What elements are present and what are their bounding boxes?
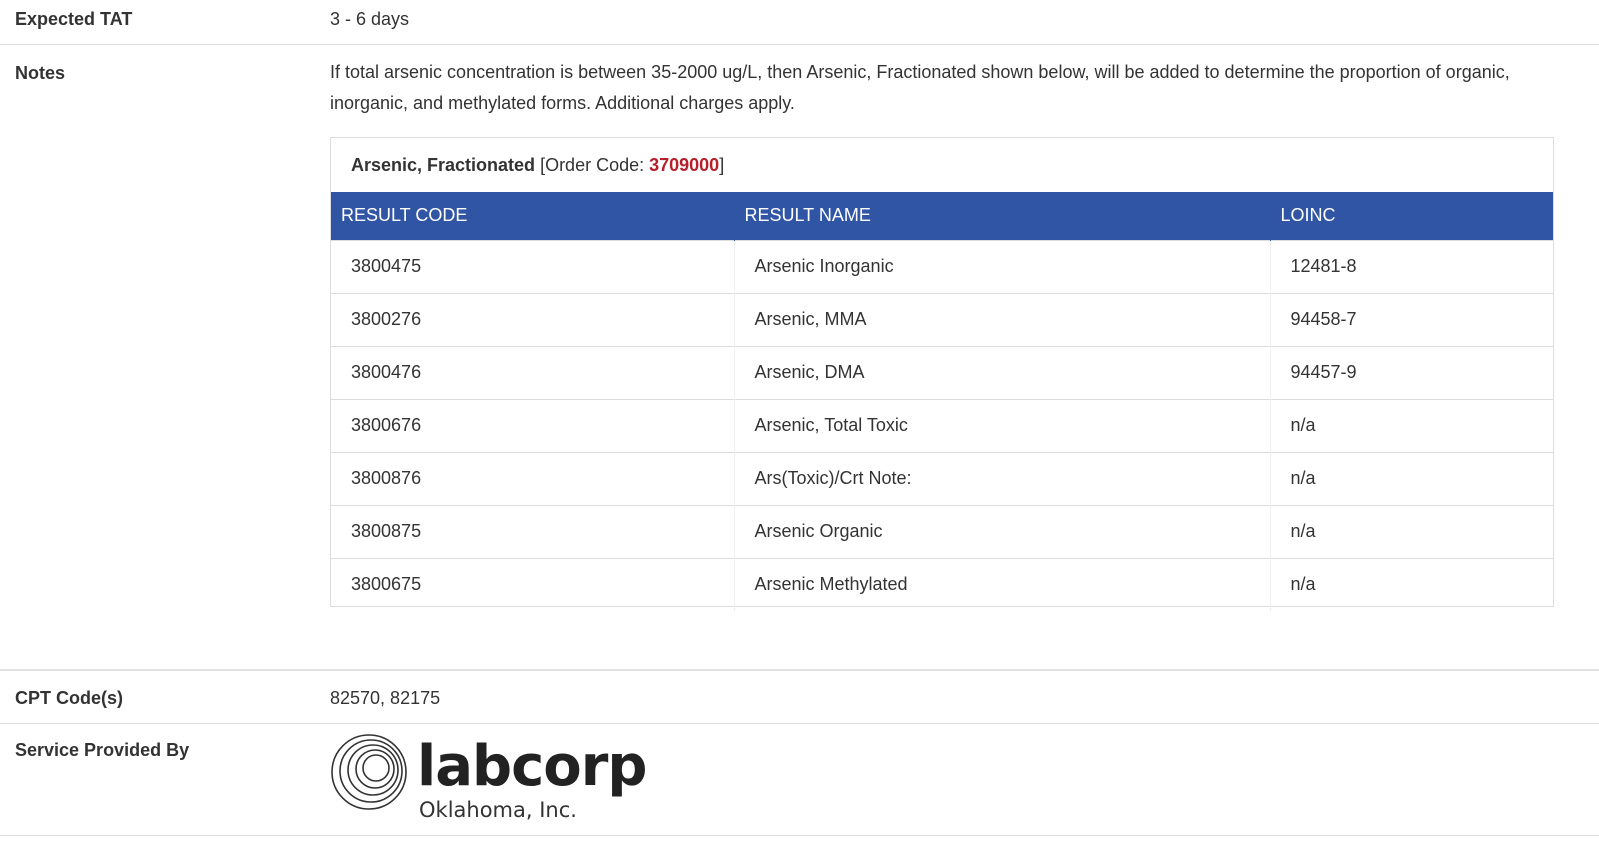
result-code-cell: 3800676 bbox=[331, 398, 734, 452]
result-name-cell: Arsenic Organic bbox=[733, 504, 1270, 558]
result-code-cell: 3800475 bbox=[331, 239, 734, 293]
expected-tat-row: Expected TAT 3 - 6 days bbox=[0, 0, 1599, 45]
table-header-row: RESULT CODE RESULT NAME LOINC bbox=[331, 192, 1553, 240]
result-code-cell: 3800876 bbox=[331, 451, 734, 505]
notes-row: Notes If total arsenic concentration is … bbox=[0, 45, 1599, 670]
fractionated-panel: Arsenic, Fractionated [Order Code: 37090… bbox=[330, 137, 1554, 611]
table-row: 3800276 Arsenic, MMA 94458-7 bbox=[331, 292, 1553, 346]
loinc-cell: n/a bbox=[1269, 504, 1553, 558]
notes-text: If total arsenic concentration is betwee… bbox=[330, 62, 1510, 113]
table-row: 3800675 Arsenic Methylated n/a bbox=[331, 557, 1553, 611]
panel-title: Arsenic, Fractionated [Order Code: 37090… bbox=[351, 155, 724, 176]
expected-tat-value: 3 - 6 days bbox=[330, 9, 410, 29]
cpt-codes-row: CPT Code(s) 82570, 82175 bbox=[0, 670, 1599, 724]
result-code-cell: 3800476 bbox=[331, 345, 734, 399]
cpt-codes-label: CPT Code(s) bbox=[15, 688, 123, 708]
result-name-cell: Arsenic Methylated bbox=[733, 557, 1270, 611]
order-code-prefix: [Order Code: bbox=[535, 155, 650, 175]
loinc-cell: 12481-8 bbox=[1269, 239, 1553, 293]
loinc-cell: 94457-9 bbox=[1269, 345, 1553, 399]
loinc-cell: n/a bbox=[1269, 398, 1553, 452]
loinc-cell: n/a bbox=[1269, 557, 1553, 611]
notes-label: Notes bbox=[15, 63, 66, 83]
panel-name: Arsenic, Fractionated bbox=[351, 155, 536, 175]
header-result-code: RESULT CODE bbox=[341, 205, 468, 226]
loinc-cell: 94458-7 bbox=[1269, 292, 1553, 346]
result-name-cell: Arsenic, Total Toxic bbox=[733, 398, 1270, 452]
concentric-rings-icon bbox=[331, 734, 407, 810]
header-result-name: RESULT NAME bbox=[733, 192, 1270, 240]
result-code-cell: 3800276 bbox=[331, 292, 734, 346]
result-name-cell: Arsenic Inorganic bbox=[733, 239, 1270, 293]
result-name-cell: Ars(Toxic)/Crt Note: bbox=[733, 451, 1270, 505]
labcorp-logo: labcorp Oklahoma, Inc. bbox=[329, 732, 647, 828]
table-row: 3800676 Arsenic, Total Toxic n/a bbox=[331, 398, 1553, 452]
result-name-cell: Arsenic, MMA bbox=[733, 292, 1270, 346]
result-name-cell: Arsenic, DMA bbox=[733, 345, 1270, 399]
order-code-suffix: ] bbox=[719, 155, 725, 175]
header-loinc: LOINC bbox=[1269, 192, 1553, 240]
result-code-cell: 3800875 bbox=[331, 504, 734, 558]
service-provided-label: Service Provided By bbox=[15, 740, 190, 760]
expected-tat-label: Expected TAT bbox=[15, 9, 133, 29]
cpt-codes-value: 82570, 82175 bbox=[330, 688, 441, 708]
logo-wordmark: labcorp bbox=[417, 734, 647, 799]
table-row: 3800476 Arsenic, DMA 94457-9 bbox=[331, 345, 1553, 399]
table-row: 3800875 Arsenic Organic n/a bbox=[331, 504, 1553, 558]
result-code-cell: 3800675 bbox=[331, 557, 734, 611]
loinc-cell: n/a bbox=[1269, 451, 1553, 505]
logo-subtitle: Oklahoma, Inc. bbox=[419, 798, 577, 822]
table-row: 3800475 Arsenic Inorganic 12481-8 bbox=[331, 239, 1553, 293]
table-row: 3800876 Ars(Toxic)/Crt Note: n/a bbox=[331, 451, 1553, 505]
order-code-value: 3709000 bbox=[649, 155, 720, 175]
service-provided-row: Service Provided By labcorp Oklahoma, In… bbox=[0, 723, 1599, 836]
result-table: RESULT CODE RESULT NAME LOINC 3800475 Ar… bbox=[331, 192, 1553, 611]
